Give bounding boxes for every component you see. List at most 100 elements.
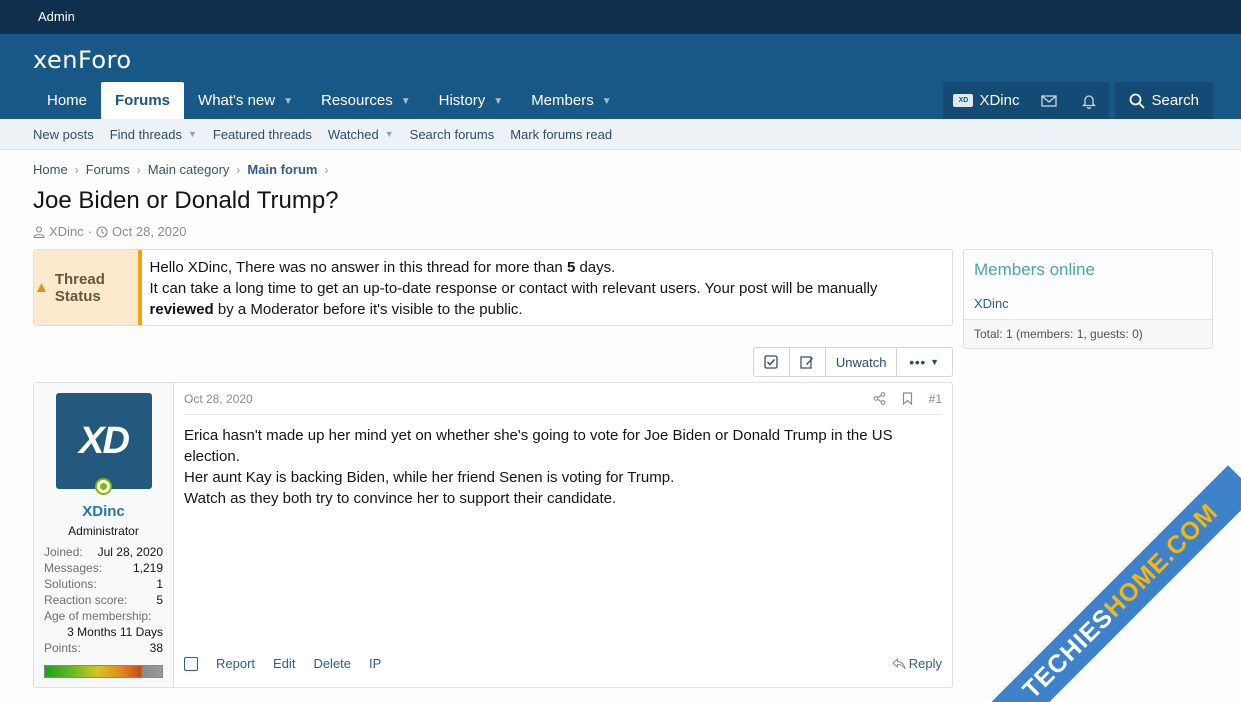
stat-points: Points: 38	[44, 640, 163, 656]
chevron-right-icon: ›	[324, 162, 329, 177]
sub-nav-label: Find threads	[109, 126, 182, 142]
members-online-total: Total: 1 (members: 1, guests: 0)	[964, 319, 1212, 348]
thread-author[interactable]: XDinc	[49, 224, 84, 239]
user-icon	[33, 225, 45, 238]
nav-tab-label: Members	[531, 92, 594, 109]
search-button[interactable]: Search	[1115, 82, 1213, 119]
notice-body: Hello XDinc, There was no answer in this…	[142, 250, 952, 325]
sub-nav-search-forums[interactable]: Search forums	[410, 127, 495, 142]
notice-text: days.	[575, 259, 616, 276]
delete-link[interactable]: Delete	[313, 656, 351, 671]
stat-value: Jul 28, 2020	[97, 545, 163, 559]
stat-reaction: Reaction score: 5	[44, 592, 163, 608]
post-user-cell: XD XDinc Administrator Joined: Jul 28, 20…	[34, 383, 174, 687]
user-stats: Joined: Jul 28, 2020 Messages: 1,219 Solut…	[44, 544, 163, 656]
edit-thread-button[interactable]	[790, 348, 826, 376]
nav-user-area: XD XDinc Search	[943, 82, 1213, 119]
site-header: xenForo Home Forums What's new ▼ Resource…	[0, 34, 1241, 119]
reply-button[interactable]: Reply	[891, 656, 942, 671]
chevron-down-icon[interactable]: ▼	[401, 96, 411, 107]
members-online-list: XDinc	[964, 280, 1212, 319]
sub-nav-find-threads[interactable]: Find threads ▼	[110, 127, 197, 142]
bell-icon[interactable]	[1069, 93, 1109, 109]
notice-label: ▲ Thread Status	[34, 250, 142, 325]
stat-joined: Joined: Jul 28, 2020	[44, 544, 163, 560]
reply-icon	[891, 657, 906, 669]
breadcrumb-main-forum[interactable]: Main forum	[247, 162, 317, 177]
site-logo[interactable]: xenForo	[33, 46, 132, 74]
account-name: XDinc	[979, 92, 1020, 109]
share-icon[interactable]	[873, 392, 886, 405]
stat-label: Messages:	[44, 561, 103, 575]
stat-age: Age of membership: 3 Months 11 Days	[44, 608, 163, 640]
chevron-down-icon: ▼	[187, 129, 197, 139]
search-label: Search	[1151, 92, 1199, 109]
stat-value: 5	[156, 593, 163, 607]
admin-link[interactable]: Admin	[38, 9, 75, 24]
account-button[interactable]: XD XDinc	[943, 92, 1029, 109]
bookmark-icon[interactable]	[902, 392, 913, 405]
nav-tab-home[interactable]: Home	[33, 82, 101, 119]
thread-action-buttons: Unwatch ••• ▼	[752, 347, 953, 377]
nav-tab-label: Forums	[115, 92, 171, 109]
chevron-down-icon[interactable]: ▼	[602, 96, 612, 107]
sub-nav-label: Mark forums read	[510, 126, 613, 142]
sub-nav-featured-threads[interactable]: Featured threads	[213, 127, 312, 142]
chevron-right-icon: ›	[136, 162, 141, 177]
chevron-down-icon: ▼	[930, 357, 940, 367]
nav-tab-label: What's new	[198, 92, 276, 109]
stat-value: 3 Months 11 Days	[67, 625, 163, 639]
notice-text: Hello XDinc, There was no answer in this…	[149, 259, 567, 276]
breadcrumb-forums[interactable]: Forums	[86, 162, 130, 177]
select-post-checkbox[interactable]	[184, 656, 198, 671]
sub-nav-new-posts[interactable]: New posts	[33, 127, 94, 142]
edit-link[interactable]: Edit	[273, 656, 295, 671]
thread-actions: Unwatch ••• ▼	[33, 347, 953, 377]
content-layout: ▲ Thread Status Hello XDinc, There was n…	[33, 249, 1213, 688]
unwatch-button[interactable]: Unwatch	[826, 348, 898, 376]
checkbox-checked-icon	[764, 355, 778, 369]
post-paragraph: Her aunt Kay is backing Biden, while her…	[184, 469, 675, 486]
notice-text: by a Moderator before it's visible to th…	[213, 301, 523, 318]
chevron-down-icon: ▼	[384, 129, 394, 139]
stat-value: 38	[149, 641, 163, 655]
select-thread-button[interactable]	[754, 348, 790, 376]
nav-tab-forums[interactable]: Forums	[101, 82, 185, 119]
chevron-right-icon: ›	[74, 162, 79, 177]
warning-icon: ▲	[34, 279, 49, 296]
online-member-link[interactable]: XDinc	[974, 296, 1009, 311]
chevron-right-icon: ›	[236, 162, 241, 177]
members-online-title[interactable]: Members online	[964, 250, 1212, 280]
sub-nav-label: Watched	[327, 126, 379, 142]
breadcrumb-home[interactable]: Home	[33, 162, 68, 177]
notice-line-2: It can take a long time to get an up-to-…	[150, 278, 944, 320]
post-header: Oct 28, 2020 #1	[184, 383, 942, 415]
nav-tab-resources[interactable]: Resources ▼	[307, 82, 425, 119]
sub-nav-watched[interactable]: Watched ▼	[328, 127, 394, 142]
sub-nav-label: New posts	[33, 126, 94, 142]
nav-tab-history[interactable]: History ▼	[425, 82, 518, 119]
nav-tab-members[interactable]: Members ▼	[517, 82, 625, 119]
post: XD XDinc Administrator Joined: Jul 28, 20…	[33, 382, 953, 688]
sub-nav: New posts Find threads ▼ Featured threads…	[0, 119, 1241, 150]
ip-link[interactable]: IP	[369, 656, 381, 671]
more-options-button[interactable]: ••• ▼	[897, 348, 952, 376]
breadcrumb-main-category[interactable]: Main category	[148, 162, 230, 177]
meta-separator: ·	[87, 224, 93, 239]
breadcrumb: Home › Forums › Main category › Main for…	[33, 162, 1213, 177]
avatar[interactable]: XD	[55, 393, 152, 489]
thread-date[interactable]: Oct 28, 2020	[112, 224, 186, 239]
online-status-icon	[95, 478, 112, 495]
nav-tab-whats-new[interactable]: What's new ▼	[184, 82, 307, 119]
post-username[interactable]: XDinc	[44, 503, 163, 520]
chevron-down-icon[interactable]: ▼	[493, 96, 503, 107]
envelope-icon[interactable]	[1029, 94, 1069, 107]
report-link[interactable]: Report	[216, 656, 255, 671]
page-title: Joe Biden or Donald Trump?	[33, 187, 339, 214]
post-date[interactable]: Oct 28, 2020	[184, 392, 253, 406]
sub-nav-mark-read[interactable]: Mark forums read	[510, 127, 612, 142]
notice-text: It can take a long time to get an up-to-…	[149, 280, 878, 297]
chevron-down-icon[interactable]: ▼	[283, 96, 293, 107]
stat-value: 1,219	[132, 561, 163, 575]
post-number[interactable]: #1	[929, 392, 942, 406]
